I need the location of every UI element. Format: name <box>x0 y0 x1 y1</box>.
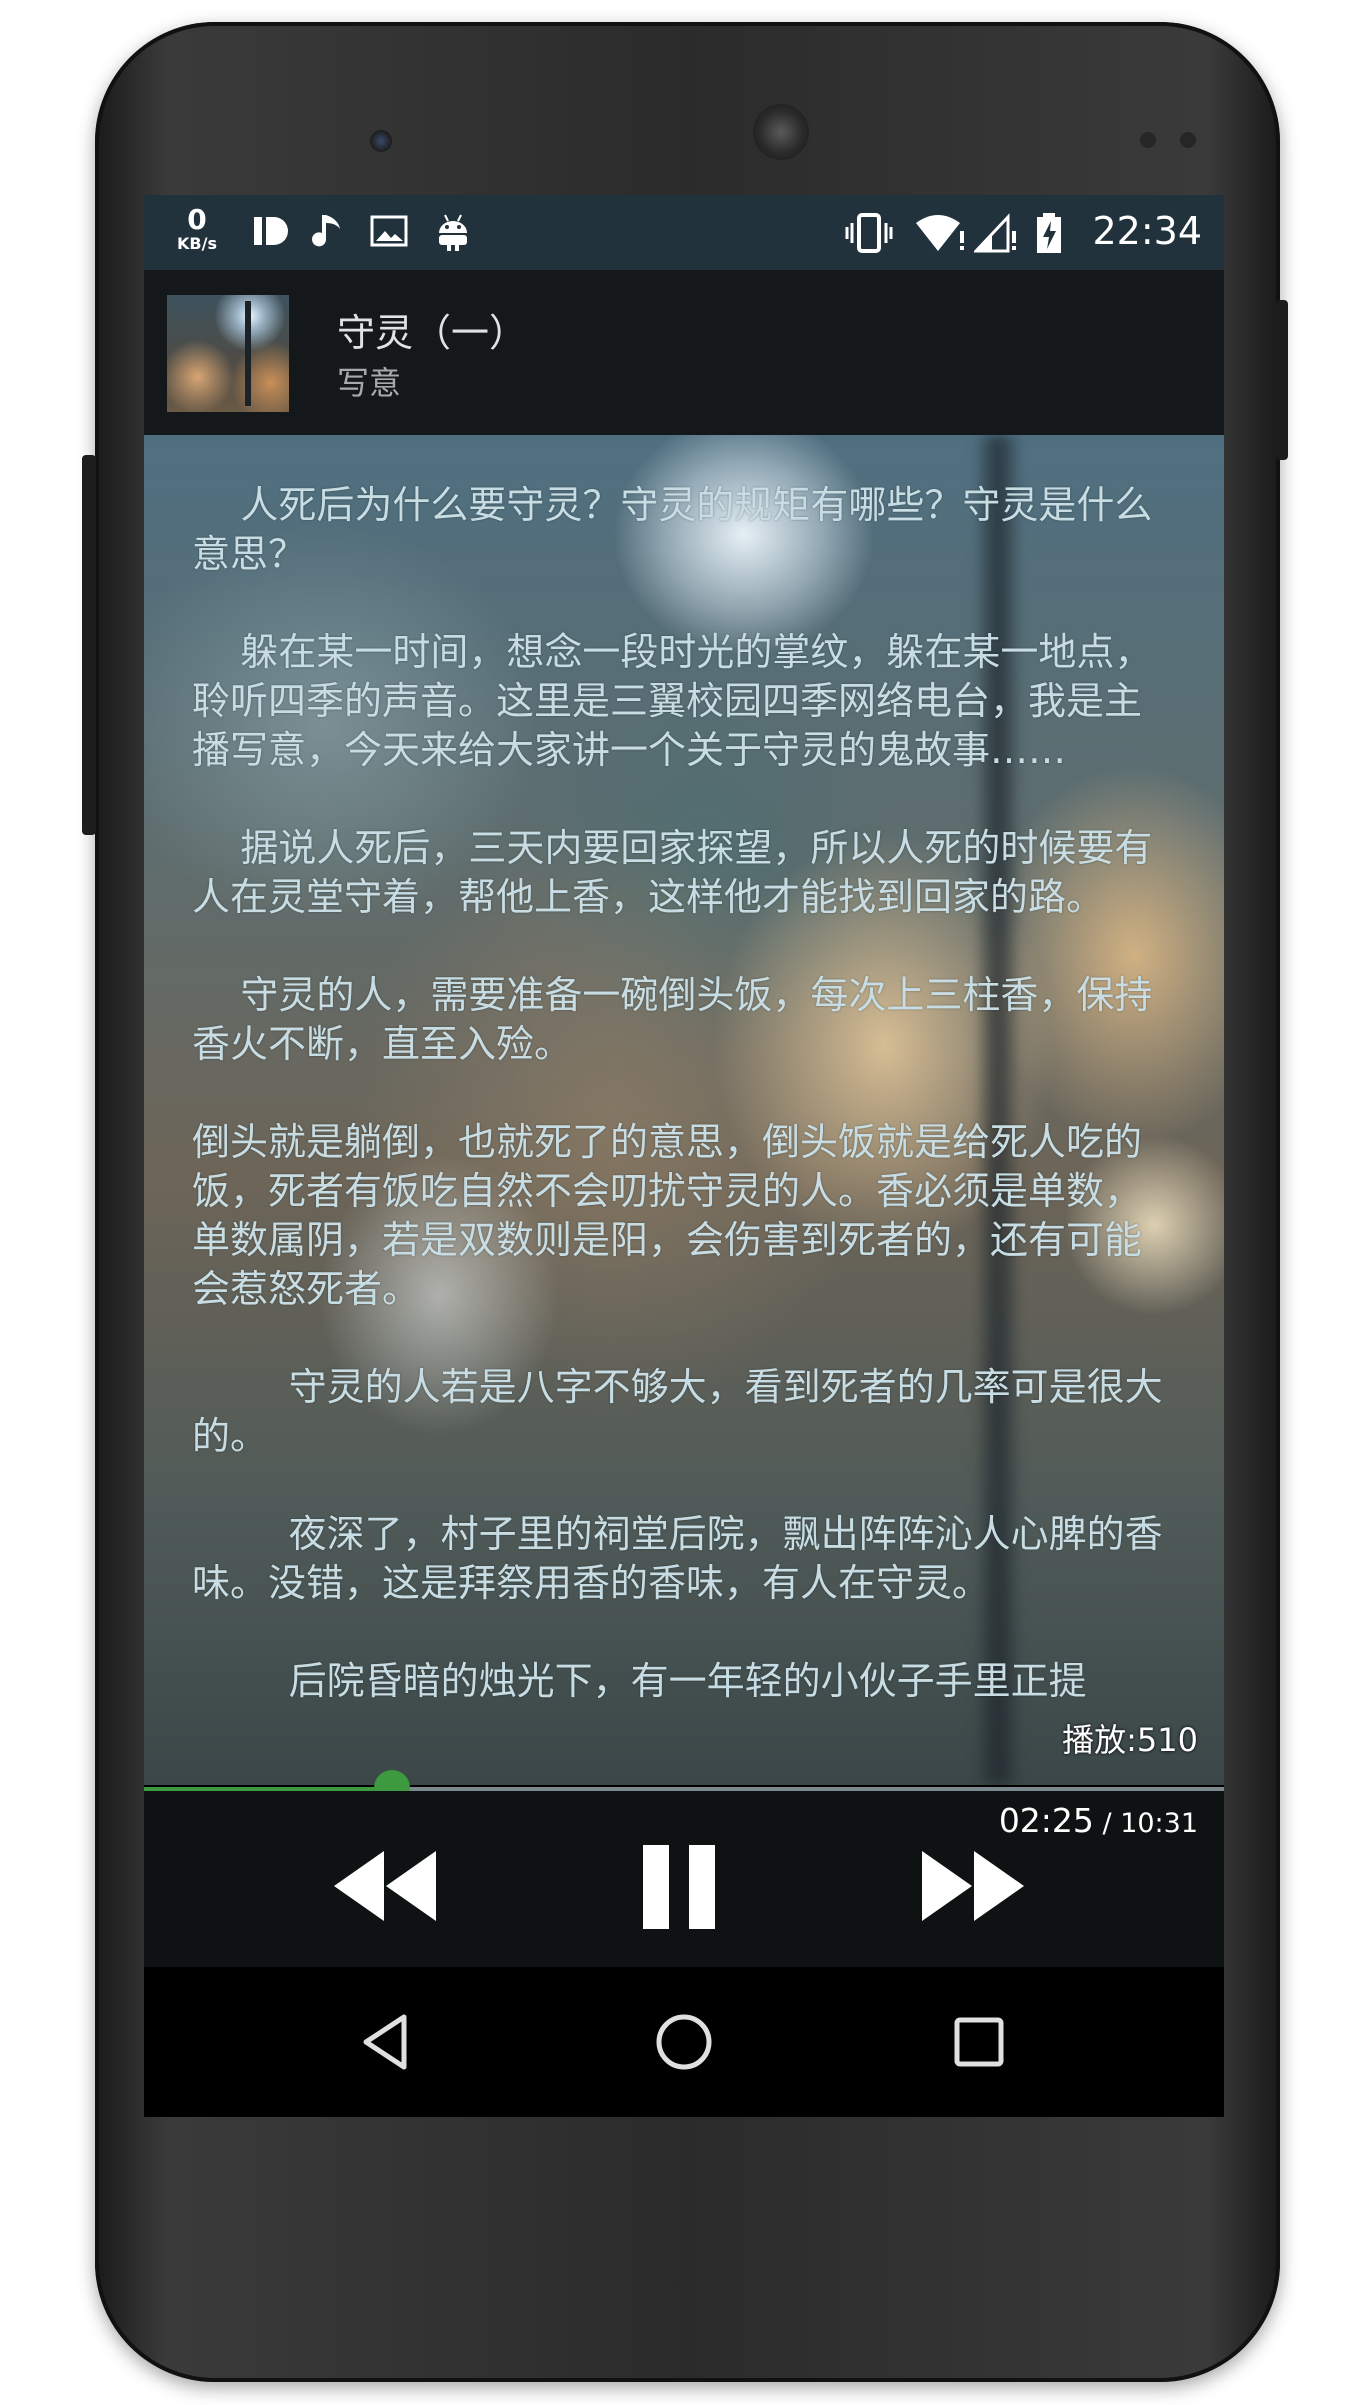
front-camera <box>370 130 392 152</box>
light-sensor <box>1180 132 1196 148</box>
track-title: 守灵（一） <box>337 311 528 355</box>
music-note-icon <box>312 215 340 247</box>
net-speed-value: 0 <box>187 203 207 236</box>
article-paragraph: 据说人死后，三天内要回家探望，所以人死的时候要有人在灵堂守着，帮他上香，这样他才… <box>192 826 1153 919</box>
navigation-bar <box>144 1967 1224 2117</box>
proximity-sensor <box>1140 132 1156 148</box>
image-icon <box>370 215 408 247</box>
vibrate-icon <box>845 213 893 253</box>
status-bar: 0 KB/s 22:34 <box>144 195 1224 270</box>
article-paragraph: 守灵的人，需要准备一碗倒头饭，每次上三柱香，保持香火不断，直至入殓。 <box>192 973 1153 1066</box>
article-paragraph: 守灵的人若是八字不够大，看到死者的几率可是很大的。 <box>192 1365 1163 1458</box>
battery-charging-icon <box>1037 213 1061 253</box>
home-icon[interactable] <box>649 2007 719 2077</box>
signal-icon <box>974 213 1016 253</box>
time-separator: / <box>1093 1808 1121 1839</box>
article-text: 人死后为什么要守灵？守灵的规矩有哪些？守灵是什么意思？ 躲在某一时间，想念一段时… <box>192 481 1167 1706</box>
clock: 22:34 <box>1092 209 1202 253</box>
article-paragraph: 后院昏暗的烛光下，有一年轻的小伙子手里正提 <box>192 1659 1087 1703</box>
play-count: 播放:510 <box>1062 1721 1198 1759</box>
pause-icon[interactable] <box>629 1831 729 1941</box>
power-button <box>1276 300 1288 460</box>
article-paragraph: 人死后为什么要守灵？守灵的规矩有哪些？守灵是什么意思？ <box>192 483 1153 576</box>
wifi-icon <box>916 215 964 251</box>
article-paragraph: 倒头就是躺倒，也就死了的意思，倒头饭就是给死人吃的饭，死者有饭吃自然不会叨扰守灵… <box>192 1120 1143 1311</box>
fast-forward-icon[interactable] <box>914 1831 1034 1941</box>
article-paragraph: 夜深了，村子里的祠堂后院，飘出阵阵沁人心脾的香味。没错，这是拜祭用香的香味，有人… <box>192 1512 1163 1605</box>
phone-screen: 0 KB/s 22:34 守灵（一） 写意 人死后为什么要守灵？守灵的规矩有哪些… <box>144 195 1224 2117</box>
article-panel[interactable]: 人死后为什么要守灵？守灵的规矩有哪些？守灵是什么意思？ 躲在某一时间，想念一段时… <box>144 435 1224 1785</box>
earpiece-speaker <box>753 104 809 160</box>
rewind-icon[interactable] <box>324 1831 444 1941</box>
album-cover[interactable] <box>167 295 289 412</box>
id-icon <box>254 217 288 245</box>
player-controls: 02:25 / 10:31 <box>144 1791 1224 1967</box>
article-paragraph: 躲在某一时间，想念一段时光的掌纹，躲在某一地点，聆听四季的声音。这里是三翼校园四… <box>192 630 1153 772</box>
net-speed-indicator: 0 KB/s <box>172 205 222 253</box>
track-author: 写意 <box>337 364 402 402</box>
track-header: 守灵（一） 写意 <box>144 270 1224 435</box>
total-time: 10:31 <box>1120 1808 1198 1839</box>
android-icon <box>439 214 467 251</box>
volume-button <box>82 455 96 835</box>
recents-icon[interactable] <box>944 2007 1014 2077</box>
back-icon[interactable] <box>352 2007 422 2077</box>
net-speed-unit: KB/s <box>177 234 217 253</box>
